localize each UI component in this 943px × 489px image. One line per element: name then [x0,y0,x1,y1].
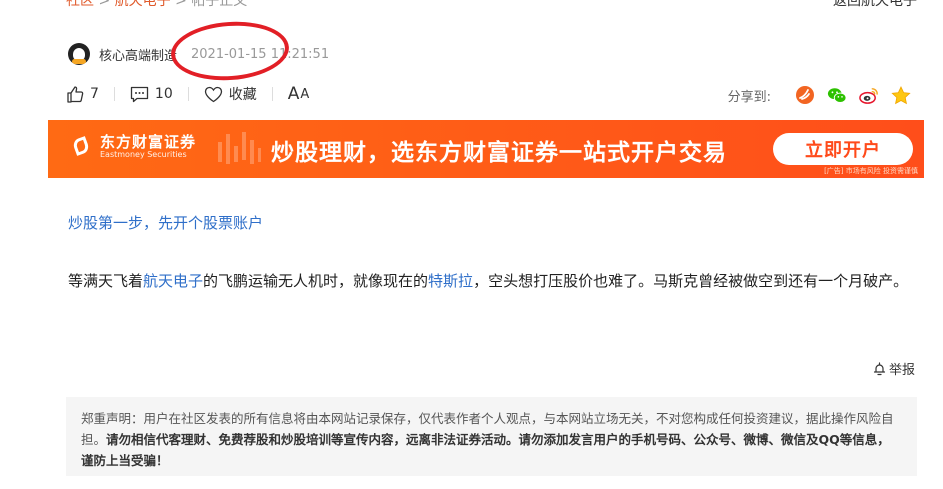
weibo-icon [859,87,878,104]
thumbs-up-icon [67,86,84,103]
avatar[interactable] [68,43,90,65]
author-row: 核心高端制造 2021-01-15 11:21:51 [68,43,329,65]
post-content: 等满天飞着航天电子的飞鹏运输无人机时，就像现在的特斯拉，空头想打压股价也难了。马… [68,268,920,295]
like-button[interactable]: 7 [66,85,99,103]
promo-link[interactable]: 炒股第一步，先开个股票账户 [68,212,263,233]
report-bell-icon [873,361,886,375]
divider [187,87,189,101]
favorite-label: 收藏 [228,87,257,103]
stock-link-hangtian[interactable]: 航天电子 [143,272,203,290]
like-count: 7 [90,86,99,102]
share-label: 分享到: [727,89,771,105]
open-account-button[interactable]: 立即开户 [773,133,913,165]
post-text: 的飞鹏运输无人机时，就像现在的 [203,272,429,290]
post-text: ，空头想打压股价也难了。马斯克曾经被做空到还有一个月破产。 [473,272,909,290]
breadcrumb-home[interactable]: 社区 [66,0,94,9]
divider [113,87,115,101]
disclaimer-warning: 请勿相信代客理财、免费荐股和炒股培训等宣传内容，远离非法证券活动。请勿添加发言用… [81,432,890,468]
back-to-bar-link[interactable]: 返回航天电子 [833,0,917,10]
candlestick-decoration-icon [218,132,261,164]
author-name[interactable]: 核心高端制造 [99,45,177,64]
wechat-icon [827,87,847,103]
legal-disclaimer: 郑重声明：用户在社区发表的所有信息将由本网站记录保存，仅代表作者个人观点，与本网… [66,397,917,476]
comment-count: 10 [154,86,173,102]
report-button[interactable]: 举报 [873,359,915,378]
share-bar: 分享到: [728,85,911,105]
breadcrumb-separator: > [175,0,192,9]
font-size-button[interactable]: AA [288,84,310,104]
share-wechat-button[interactable] [827,85,847,105]
breadcrumb-current: 帖子正文 [191,0,248,9]
font-size-small-a: A [300,86,310,102]
post-text: 等满天飞着 [68,272,144,290]
banner-brand-en: Eastmoney Securities [100,150,187,159]
share-weibo-button[interactable] [859,85,879,105]
share-eastmoney-button[interactable] [795,85,815,105]
comment-button[interactable]: 10 [130,86,173,103]
font-size-big-a: A [287,84,300,104]
divider [271,87,273,101]
favorite-button[interactable]: 收藏 [204,84,257,104]
breadcrumb-separator: > [98,0,115,9]
post-time: 2021-01-15 11:21:51 [191,46,330,62]
action-bar: 7 10 收藏 AA [66,84,309,104]
banner-logo: 东方财富证券 Eastmoney Securities [74,134,196,160]
share-qzone-button[interactable] [891,85,911,105]
breadcrumb: 社区 > 航天电子 > 帖子正文 [66,0,247,10]
comment-icon [130,86,149,102]
ad-banner[interactable]: 东方财富证券 Eastmoney Securities 炒股理财，选东方财富证券… [48,120,924,178]
eastmoney-logo-icon [74,136,94,158]
heart-icon [204,86,222,102]
qzone-star-icon [891,85,911,104]
banner-brand-cn: 东方财富证券 [100,133,197,151]
ad-disclaimer: [广告] 市场有风险 投资需谨慎 [824,167,918,175]
eastmoney-icon [796,86,814,104]
banner-title: 炒股理财，选东方财富证券一站式开户交易 [271,140,727,166]
stock-link-tesla[interactable]: 特斯拉 [428,272,473,290]
report-label: 举报 [889,363,916,378]
breadcrumb-section[interactable]: 航天电子 [115,0,171,9]
